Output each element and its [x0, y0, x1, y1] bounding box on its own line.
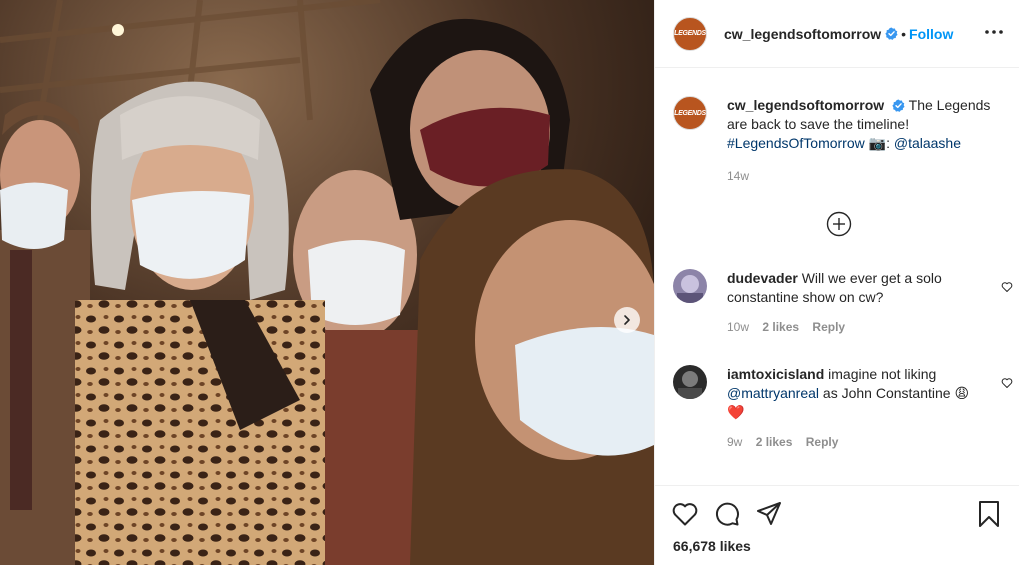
comment-body: dudevader Will we ever get a solo consta… [727, 269, 977, 337]
comment-time[interactable]: 10w [727, 320, 749, 334]
comment-icon[interactable] [713, 500, 741, 528]
selfie-photo [0, 0, 654, 565]
heart-icon[interactable] [1001, 281, 1013, 293]
likes-count[interactable]: 66,678 likes [673, 538, 751, 554]
caption-mention[interactable]: @talaashe [894, 135, 961, 151]
caption-avatar[interactable]: LEGENDS [673, 96, 707, 130]
comment-mention[interactable]: @mattryanreal [727, 385, 819, 401]
plus-circle-icon[interactable] [826, 211, 852, 237]
bookmark-icon[interactable] [975, 500, 1003, 528]
caption-timestamp[interactable]: 14w [727, 169, 749, 183]
comments-section[interactable]: LEGENDS cw_legendsoftomorrow The Legends… [655, 69, 1019, 485]
comment-text: imagine not liking [828, 366, 937, 382]
comment-meta: 9w 2 likes Reply [727, 433, 977, 452]
comment-text-after: as John Constantine [822, 385, 951, 401]
caption-hashtag[interactable]: #LegendsOfTomorrow [727, 135, 865, 151]
post-header: LEGENDS cw_legendsoftomorrow • Follow [655, 0, 1019, 68]
comment-likes[interactable]: 2 likes [762, 320, 799, 334]
comment-time[interactable]: 9w [727, 435, 742, 449]
heart-icon[interactable] [1001, 377, 1013, 389]
comment-item: dudevader Will we ever get a solo consta… [673, 269, 1013, 337]
caption-text: cw_legendsoftomorrow The Legends are bac… [727, 96, 1002, 153]
caption-username[interactable]: cw_legendsoftomorrow [727, 97, 884, 113]
post-actions: 66,678 likes [655, 485, 1019, 565]
comment-username[interactable]: dudevader [727, 270, 798, 286]
next-photo-button[interactable] [614, 307, 640, 333]
header-separator: • [901, 25, 907, 42]
camera-emoji: 📷 [868, 135, 887, 151]
instagram-post: LEGENDS cw_legendsoftomorrow • Follow LE… [0, 0, 1019, 565]
more-options-button[interactable] [984, 22, 1004, 42]
more-options-icon [985, 30, 1003, 34]
comment-meta: 10w 2 likes Reply [727, 318, 977, 337]
caption-colon: : [886, 135, 890, 151]
avatar-image [673, 365, 707, 399]
account-avatar[interactable]: LEGENDS [673, 16, 707, 51]
reply-button[interactable]: Reply [812, 320, 845, 334]
commenter-avatar[interactable] [673, 365, 707, 399]
verified-badge-icon [892, 99, 905, 112]
post-side-panel: LEGENDS cw_legendsoftomorrow • Follow LE… [654, 0, 1019, 565]
account-username[interactable]: cw_legendsoftomorrow [724, 26, 881, 42]
post-caption: LEGENDS cw_legendsoftomorrow The Legends… [673, 96, 1003, 153]
follow-button[interactable]: Follow [909, 26, 953, 42]
comment-body: iamtoxicisland imagine not liking @mattr… [727, 365, 977, 452]
commenter-avatar[interactable] [673, 269, 707, 303]
avatar-image [673, 269, 707, 303]
comment-likes[interactable]: 2 likes [756, 435, 793, 449]
comment-item: iamtoxicisland imagine not liking @mattr… [673, 365, 1013, 452]
chevron-right-icon [624, 315, 630, 325]
post-photo[interactable] [0, 0, 654, 565]
paper-plane-icon[interactable] [755, 500, 783, 528]
avatar-logo-text: LEGENDS [674, 109, 706, 117]
comment-username[interactable]: iamtoxicisland [727, 366, 824, 382]
avatar-logo-text: LEGENDS [674, 30, 706, 37]
verified-badge-icon [885, 27, 898, 40]
reply-button[interactable]: Reply [806, 435, 839, 449]
heart-icon[interactable] [671, 500, 699, 528]
